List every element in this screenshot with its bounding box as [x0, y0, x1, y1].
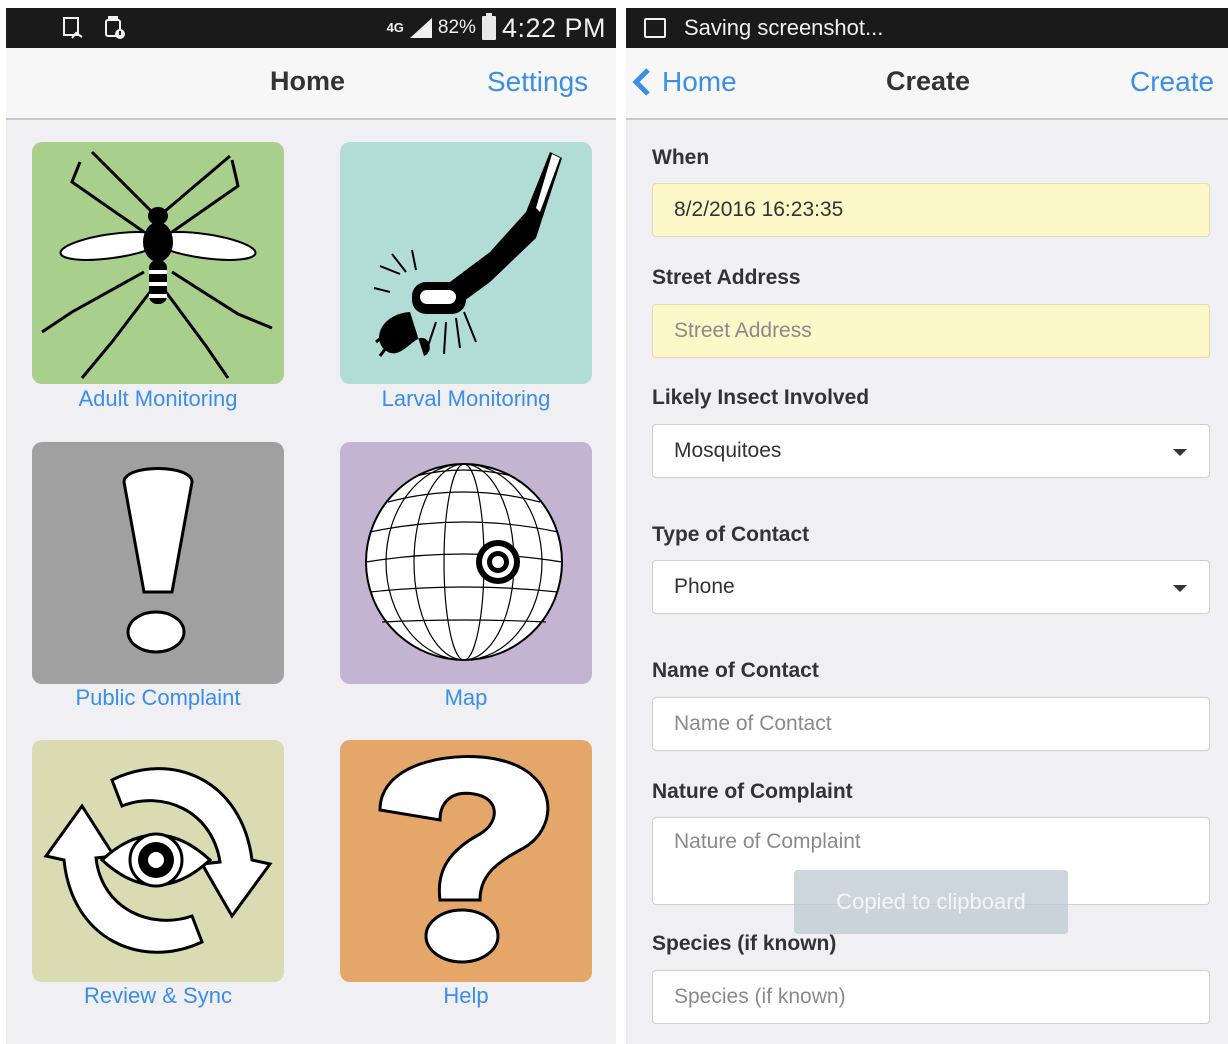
screenshot-root: 4G 82% 4:22 PM Home Settings Adult Monit…	[0, 0, 1228, 1044]
when-label: When	[652, 146, 710, 169]
status-bar: Saving screenshot...	[626, 8, 1228, 48]
public-complaint-tile[interactable]	[32, 442, 284, 684]
larva-icon	[373, 152, 562, 357]
when-field[interactable]: 8/2/2016 16:23:35	[652, 183, 1210, 237]
network-indicator: 4G	[386, 20, 404, 35]
battery-icon	[481, 13, 496, 40]
species-field[interactable]: Species (if known)	[652, 970, 1210, 1024]
status-right: 4G 82% 4:22 PM	[387, 12, 606, 44]
help-label[interactable]: Help	[316, 983, 616, 1009]
contact-type-label: Type of Contact	[652, 523, 810, 546]
larval-monitoring-label[interactable]: Larval Monitoring	[316, 386, 616, 412]
contact-type-selected-value: Phone	[674, 575, 735, 598]
complaint-label: Nature of Complaint	[652, 780, 853, 803]
eye-sync-icon	[43, 767, 273, 954]
dropdown-caret-icon	[1173, 449, 1187, 456]
species-label: Species (if known)	[652, 932, 837, 955]
back-button[interactable]: Home	[630, 66, 737, 98]
contact-type-select[interactable]: Phone	[652, 560, 1210, 614]
mosquito-icon	[41, 150, 273, 379]
adult-monitoring-label[interactable]: Adult Monitoring	[8, 386, 308, 412]
screenshot-notification-icon	[63, 17, 83, 39]
review-sync-tile[interactable]	[32, 740, 284, 982]
chevron-left-icon	[632, 68, 650, 96]
adult-monitoring-tile[interactable]	[32, 142, 284, 384]
exclamation-icon	[122, 467, 194, 654]
insect-label: Likely Insect Involved	[652, 386, 870, 409]
create-submit-button[interactable]: Create	[1130, 66, 1214, 98]
page-title: Home	[270, 66, 346, 96]
street-address-label: Street Address	[652, 266, 801, 289]
contact-name-label: Name of Contact	[652, 659, 819, 682]
review-sync-label[interactable]: Review & Sync	[8, 983, 308, 1009]
back-label[interactable]: Home	[662, 66, 737, 98]
home-screen: 4G 82% 4:22 PM Home Settings Adult Monit…	[6, 8, 616, 1044]
insect-select[interactable]: Mosquitoes	[652, 424, 1210, 478]
question-icon	[378, 755, 550, 964]
battery-percent: 82%	[437, 17, 476, 38]
status-bar: 4G 82% 4:22 PM	[6, 8, 616, 48]
settings-link[interactable]: Settings	[487, 66, 588, 98]
create-screen: Saving screenshot... Home Create Create …	[626, 8, 1228, 1044]
public-complaint-label[interactable]: Public Complaint	[8, 685, 308, 711]
street-address-field[interactable]: Street Address	[652, 304, 1210, 358]
saving-notification: Saving screenshot...	[684, 15, 884, 40]
help-tile[interactable]	[340, 740, 592, 982]
map-tile[interactable]	[340, 442, 592, 684]
globe-target-icon	[365, 463, 563, 661]
signal-icon	[409, 18, 432, 38]
create-navbar: Home Create Create	[626, 48, 1228, 120]
map-label[interactable]: Map	[316, 685, 616, 711]
insect-selected-value: Mosquitoes	[674, 439, 782, 462]
watch-notification-icon	[105, 16, 125, 39]
clipboard-toast: Copied to clipboard	[794, 870, 1068, 934]
page-title: Create	[886, 66, 971, 96]
contact-name-field[interactable]: Name of Contact	[652, 697, 1210, 751]
clock: 4:22 PM	[501, 12, 606, 43]
home-navbar: Home Settings	[6, 48, 616, 120]
dropdown-caret-icon	[1173, 585, 1187, 592]
image-notification-icon	[644, 18, 666, 38]
larval-monitoring-tile[interactable]	[340, 142, 592, 384]
